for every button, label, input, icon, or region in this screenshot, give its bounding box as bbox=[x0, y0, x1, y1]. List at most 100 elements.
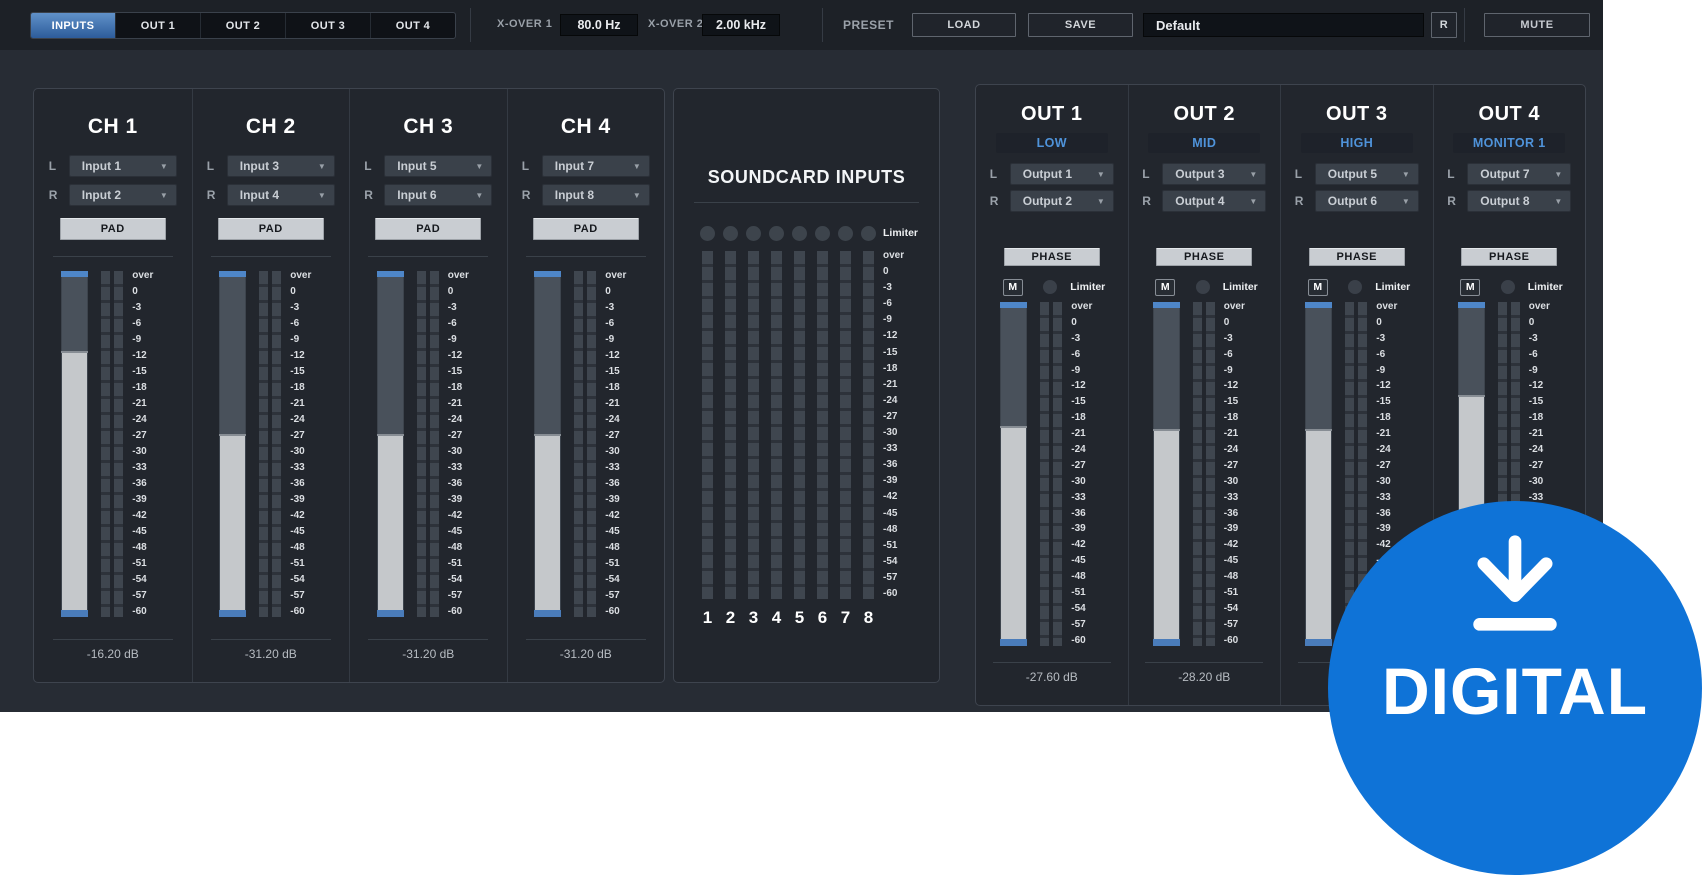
gain-fader[interactable] bbox=[1000, 302, 1028, 646]
gain-fader[interactable] bbox=[61, 271, 89, 617]
input-select-right[interactable]: Input 2 ▼ bbox=[68, 184, 177, 206]
input-select-right[interactable]: Input 4 ▼ bbox=[226, 184, 335, 206]
output-title: OUT 1 bbox=[1021, 103, 1083, 125]
phase-button[interactable]: PHASE bbox=[1461, 248, 1558, 266]
db-scale-label: -9 bbox=[1071, 364, 1081, 376]
mute-channel-button[interactable]: M bbox=[1307, 278, 1328, 296]
mute-channel-button[interactable]: M bbox=[1460, 278, 1481, 296]
mute-button[interactable]: MUTE bbox=[1484, 13, 1590, 37]
db-scale-label: -24 bbox=[132, 414, 147, 425]
soundcard-meters: over 0 -3 -6 -9 -12 -15 -18 -21 -24 -27 -30 -33 -36 -3… bbox=[696, 251, 939, 599]
pad-button[interactable]: PAD bbox=[59, 218, 166, 240]
db-scale-label: -33 bbox=[1376, 491, 1391, 503]
input-select-left[interactable]: Input 5 ▼ bbox=[384, 155, 493, 177]
db-scale-label: -33 bbox=[447, 462, 463, 473]
soundcard-level-meter bbox=[840, 251, 851, 599]
input-select-left[interactable]: Input 1 ▼ bbox=[68, 155, 177, 177]
soundcard-channel-number: 4 bbox=[771, 608, 782, 627]
output-select-right[interactable]: Output 8 ▼ bbox=[1467, 190, 1572, 212]
output-select-right[interactable]: Output 6 ▼ bbox=[1314, 190, 1419, 212]
output-select-left[interactable]: Output 7 ▼ bbox=[1467, 163, 1572, 185]
output-select-left[interactable]: Output 5 ▼ bbox=[1314, 163, 1419, 185]
fader-bottom-cap bbox=[219, 610, 247, 617]
right-channel-label: R bbox=[1142, 194, 1151, 208]
db-scale-label: -48 bbox=[1223, 571, 1239, 583]
chevron-down-icon: ▼ bbox=[632, 161, 641, 171]
limiter-indicator bbox=[861, 225, 876, 241]
save-preset-button[interactable]: SAVE bbox=[1028, 13, 1133, 37]
input-select-left[interactable]: Input 3 ▼ bbox=[226, 155, 335, 177]
db-scale-label: -15 bbox=[1223, 396, 1239, 408]
xover2-value-field[interactable]: 2.00 kHz bbox=[702, 14, 780, 36]
gain-fader[interactable] bbox=[1305, 302, 1333, 646]
band-label-text: MONITOR 1 bbox=[1472, 136, 1546, 150]
divider bbox=[992, 662, 1111, 663]
divider bbox=[52, 256, 173, 257]
mute-channel-button[interactable]: M bbox=[1002, 278, 1023, 296]
db-scale-label: -15 bbox=[447, 366, 463, 377]
fader-fill bbox=[1001, 427, 1027, 639]
divider bbox=[210, 256, 331, 257]
phase-button[interactable]: PHASE bbox=[1308, 248, 1405, 266]
pad-button[interactable]: PAD bbox=[532, 218, 639, 240]
phase-button[interactable]: PHASE bbox=[1003, 248, 1100, 266]
db-scale: over 0 -3 -6 -9 -12 -15 -18 -21 -24 -27 -30 -33 -36 -3… bbox=[448, 271, 480, 617]
output-channel: OUT 1 LOW L Output 1 ▼ R Output 2 ▼ PHAS… bbox=[976, 85, 1128, 705]
soundcard-level-meter bbox=[863, 251, 874, 599]
input-select-left[interactable]: Input 7 ▼ bbox=[541, 155, 650, 177]
db-scale-label: over bbox=[605, 270, 627, 281]
output-select-left[interactable]: Output 1 ▼ bbox=[1009, 163, 1114, 185]
db-scale-label: -39 bbox=[883, 475, 898, 487]
db-scale-label: -51 bbox=[447, 558, 463, 569]
db-scale-label: -12 bbox=[290, 350, 305, 361]
divider bbox=[368, 256, 489, 257]
meter-group: over 0 -3 -6 -9 -12 -15 -18 -21 -24 -27 -30 -33 -36 -3… bbox=[534, 271, 637, 617]
db-scale-label: -15 bbox=[132, 366, 147, 377]
limiter-label: Limiter bbox=[883, 227, 919, 239]
db-scale-label: -27 bbox=[1071, 459, 1086, 471]
db-scale-label: -27 bbox=[605, 430, 620, 441]
pad-button[interactable]: PAD bbox=[217, 218, 324, 240]
pad-button[interactable]: PAD bbox=[375, 218, 482, 240]
band-label: MONITOR 1 bbox=[1453, 133, 1566, 153]
dropdown-value: Input 8 bbox=[554, 188, 595, 202]
phase-button[interactable]: PHASE bbox=[1156, 248, 1253, 266]
db-scale-label: -6 bbox=[605, 318, 615, 329]
meter-group: over 0 -3 -6 -9 -12 -15 -18 -21 -24 -27 -30 -33 -36 -3… bbox=[1152, 302, 1256, 646]
db-scale-label: -48 bbox=[1071, 571, 1086, 583]
input-select-right[interactable]: Input 8 ▼ bbox=[541, 184, 650, 206]
gain-fader[interactable] bbox=[376, 271, 404, 617]
right-channel-label: R bbox=[1447, 194, 1456, 208]
tab[interactable]: INPUTS bbox=[31, 13, 116, 38]
tab[interactable]: OUT 4 bbox=[371, 13, 455, 38]
preset-name-field[interactable]: Default bbox=[1143, 13, 1424, 37]
gain-fader[interactable] bbox=[534, 271, 562, 617]
fader-bottom-cap bbox=[1152, 639, 1180, 646]
reset-preset-button[interactable]: R bbox=[1431, 12, 1457, 38]
db-scale-label: -45 bbox=[290, 526, 305, 537]
db-scale-label: -51 bbox=[290, 558, 305, 569]
tab[interactable]: OUT 1 bbox=[116, 13, 201, 38]
db-scale-label: 0 bbox=[1223, 316, 1230, 328]
db-scale-label: 0 bbox=[605, 286, 611, 297]
tab[interactable]: OUT 2 bbox=[201, 13, 286, 38]
input-select-right[interactable]: Input 6 ▼ bbox=[384, 184, 493, 206]
output-select-left[interactable]: Output 3 ▼ bbox=[1162, 163, 1267, 185]
db-scale-label: -30 bbox=[1071, 475, 1086, 487]
input-channel: CH 4 L Input 7 ▼ R Input 8 ▼ PAD over 0 … bbox=[506, 89, 665, 682]
output-select-right[interactable]: Output 2 ▼ bbox=[1009, 190, 1114, 212]
load-preset-button[interactable]: LOAD bbox=[912, 13, 1016, 37]
db-scale-label: -30 bbox=[447, 446, 463, 457]
db-scale-label: -60 bbox=[1071, 634, 1086, 646]
db-scale-label: -39 bbox=[1376, 523, 1391, 535]
mute-channel-button[interactable]: M bbox=[1155, 278, 1176, 296]
db-scale-label: -12 bbox=[1376, 380, 1391, 392]
output-select-right[interactable]: Output 4 ▼ bbox=[1162, 190, 1267, 212]
limiter-label: Limiter bbox=[1222, 281, 1258, 293]
gain-fader[interactable] bbox=[219, 271, 247, 617]
db-scale-label: -51 bbox=[605, 558, 620, 569]
tab[interactable]: OUT 3 bbox=[286, 13, 371, 38]
gain-fader[interactable] bbox=[1152, 302, 1180, 646]
xover1-value-field[interactable]: 80.0 Hz bbox=[560, 14, 638, 36]
chevron-down-icon: ▼ bbox=[1249, 169, 1258, 179]
